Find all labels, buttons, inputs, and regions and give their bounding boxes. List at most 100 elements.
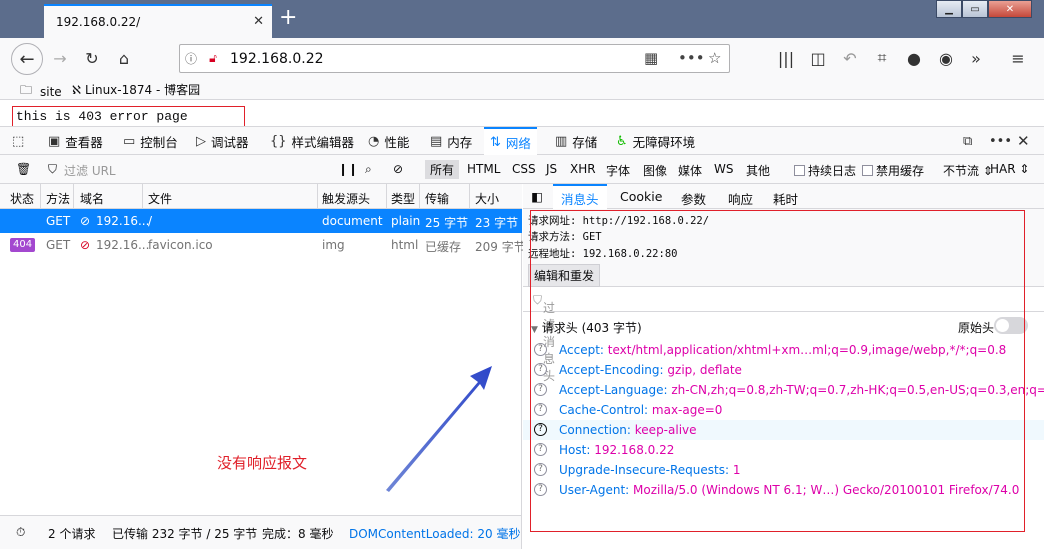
new-tab-button[interactable]: + (279, 7, 297, 29)
filter-images[interactable]: 图像 (643, 162, 667, 179)
tab-storage[interactable]: ▥ 存储 (555, 127, 597, 155)
tab-accessibility[interactable]: ♿︎ 无障碍环境 (616, 127, 695, 155)
tab-memory[interactable]: ▤ 内存 (430, 127, 472, 155)
devtools-close-icon[interactable]: ✕ (1017, 127, 1030, 155)
filter-other[interactable]: 其他 (746, 162, 770, 179)
overflow-chevron-icon[interactable]: » (964, 46, 988, 70)
tab-timings[interactable]: 耗时 (773, 189, 798, 208)
filter-all[interactable]: 所有 (425, 160, 460, 179)
debugger-icon: ▷ (196, 133, 206, 149)
col-domain[interactable]: 域名 (80, 190, 104, 207)
col-file[interactable]: 文件 (148, 190, 172, 207)
accessibility-icon: ♿︎ (616, 133, 628, 149)
tab-network[interactable]: ⇅ 网络 (484, 127, 537, 155)
bookmark-star-icon[interactable]: ☆ (708, 49, 721, 67)
details-toggle-icon[interactable]: ◧ (531, 189, 543, 204)
account-icon[interactable]: ◉ (934, 46, 958, 70)
minimize-button[interactable]: ▁ (936, 0, 962, 18)
request-count: 2 个请求 (48, 527, 96, 541)
url-text[interactable]: 192.168.0.22 (230, 51, 324, 67)
bookmark-label: Linux-1874 - 博客园 (84, 83, 201, 97)
col-cause[interactable]: 触发源头 (322, 190, 370, 207)
filter-html[interactable]: HTML (467, 162, 500, 176)
library-icon[interactable]: ||| (774, 46, 798, 70)
col-status[interactable]: 状态 (10, 190, 34, 207)
dock-icon[interactable]: ⧉ (963, 127, 972, 155)
tab-inspector[interactable]: ▣ 查看器 (48, 127, 103, 155)
info-icon[interactable]: ⓘ (180, 50, 202, 67)
network-icon: ⇅ (490, 134, 501, 150)
menu-icon[interactable]: ≡ (1006, 46, 1030, 70)
storage-icon: ▥ (555, 133, 568, 149)
url-filter-input[interactable]: 过滤 URL (64, 162, 116, 179)
url-bar[interactable]: ⓘ 🔓︎ 192.168.0.22 ▦ ••• ☆ (179, 44, 730, 73)
tab-performance[interactable]: ◔ 性能 (368, 127, 409, 155)
stopwatch-icon[interactable]: ⏱︎ (16, 525, 25, 540)
persist-log-checkbox[interactable]: 持续日志 (794, 162, 856, 179)
tab-headers[interactable]: 消息头 (553, 184, 607, 209)
finish-time: 完成：8 毫秒 (262, 527, 334, 541)
network-status-bar: ⏱︎ 2 个请求 已传输 232 字节 / 25 字节 完成：8 毫秒 DOMC… (0, 515, 522, 549)
tab-console[interactable]: ▭ 控制台 (123, 127, 178, 155)
sidebar-icon[interactable]: ◫ (806, 46, 830, 70)
bookmark-site[interactable]: 🗀︎ site (20, 81, 62, 102)
insecure-icon: ⊘ (80, 238, 91, 252)
detail-tabs: ◧ 消息头 Cookie 参数 响应 耗时 (523, 184, 1044, 209)
bookmark-linux[interactable]: ℵ Linux-1874 - 博客园 (72, 81, 200, 98)
clear-trash-icon[interactable]: 🗑︎ (16, 162, 31, 176)
col-size[interactable]: 大小 (475, 190, 499, 207)
col-type[interactable]: 类型 (391, 190, 415, 207)
window-titlebar: 192.168.0.22/ ✕ + ▁ ▭ ✕ (0, 0, 1044, 38)
window-close-button[interactable]: ✕ (988, 0, 1032, 18)
back-button[interactable]: ← (11, 43, 43, 75)
annotation-box-headers (530, 210, 1025, 532)
annotation-arrow-icon (386, 366, 492, 492)
filter-ws[interactable]: WS (714, 162, 733, 176)
col-method[interactable]: 方法 (46, 190, 70, 207)
filter-css[interactable]: CSS (512, 162, 536, 176)
reload-button[interactable]: ↻ (80, 46, 104, 70)
block-icon[interactable]: ⊘ (393, 162, 403, 176)
home-button[interactable]: ⌂ (112, 46, 136, 70)
tab-params[interactable]: 参数 (681, 189, 706, 208)
search-icon[interactable]: ⌕ (365, 162, 372, 177)
devtools-more-icon[interactable]: ••• (989, 127, 1012, 155)
annotation-note: 没有响应报文 (217, 454, 308, 472)
filter-funnel-icon: ⛉ (48, 162, 58, 176)
window-controls: ▁ ▭ ✕ (936, 0, 1032, 20)
undo-icon[interactable]: ↶ (838, 46, 862, 70)
throttle-select[interactable]: 不节流 ⇕ (943, 162, 993, 179)
tab-style-editor[interactable]: {} 样式编辑器 (270, 127, 354, 155)
status-badge: 404 (10, 238, 36, 252)
filter-fonts[interactable]: 字体 (606, 162, 630, 179)
maximize-button[interactable]: ▭ (962, 0, 988, 18)
memory-icon: ▤ (430, 133, 443, 149)
table-row[interactable]: GET ⊘ 192.16... / document plain 25 字节 2… (0, 209, 522, 233)
folder-icon: 🗀︎ (20, 83, 33, 97)
filter-js[interactable]: JS (546, 162, 557, 176)
har-menu[interactable]: HAR ⇕ (990, 162, 1029, 176)
tab-cookie[interactable]: Cookie (620, 189, 662, 204)
screenshot-crop-icon[interactable]: ⌗ (870, 46, 894, 70)
site-icon: ℵ (72, 82, 81, 97)
insecure-lock-icon[interactable]: 🔓︎ (202, 51, 224, 66)
tab-close-icon[interactable]: ✕ (253, 14, 264, 29)
qr-code-icon[interactable]: ▦ (644, 49, 658, 67)
tab-response[interactable]: 响应 (728, 189, 753, 208)
filter-xhr[interactable]: XHR (570, 162, 596, 176)
element-picker-icon[interactable]: ⬚ (12, 127, 24, 155)
table-row[interactable]: 404 GET ⊘ 192.16... favicon.ico img html… (0, 233, 526, 257)
tab-debugger[interactable]: ▷ 调试器 (196, 127, 249, 155)
filter-media[interactable]: 媒体 (678, 162, 702, 179)
extension-icon[interactable]: ● (902, 46, 926, 70)
pause-icon[interactable]: ❙❙ (338, 162, 358, 176)
insecure-icon: ⊘ (80, 214, 91, 228)
network-filter-bar: 🗑︎ ⛉ 过滤 URL ❙❙ ⌕ ⊘ 所有 HTML CSS JS XHR 字体… (0, 155, 1044, 184)
disable-cache-checkbox[interactable]: 禁用缓存 (862, 162, 924, 179)
style-editor-icon: {} (270, 133, 287, 149)
forward-button[interactable]: → (48, 46, 72, 70)
page-actions-icon[interactable]: ••• (678, 49, 705, 67)
browser-tab[interactable]: 192.168.0.22/ ✕ (44, 4, 272, 38)
devtools-toolbar: ⬚ ▣ 查看器 ▭ 控制台 ▷ 调试器 {} 样式编辑器 ◔ 性能 ▤ 内存 ⇅… (0, 126, 1044, 155)
col-transferred[interactable]: 传输 (425, 190, 449, 207)
